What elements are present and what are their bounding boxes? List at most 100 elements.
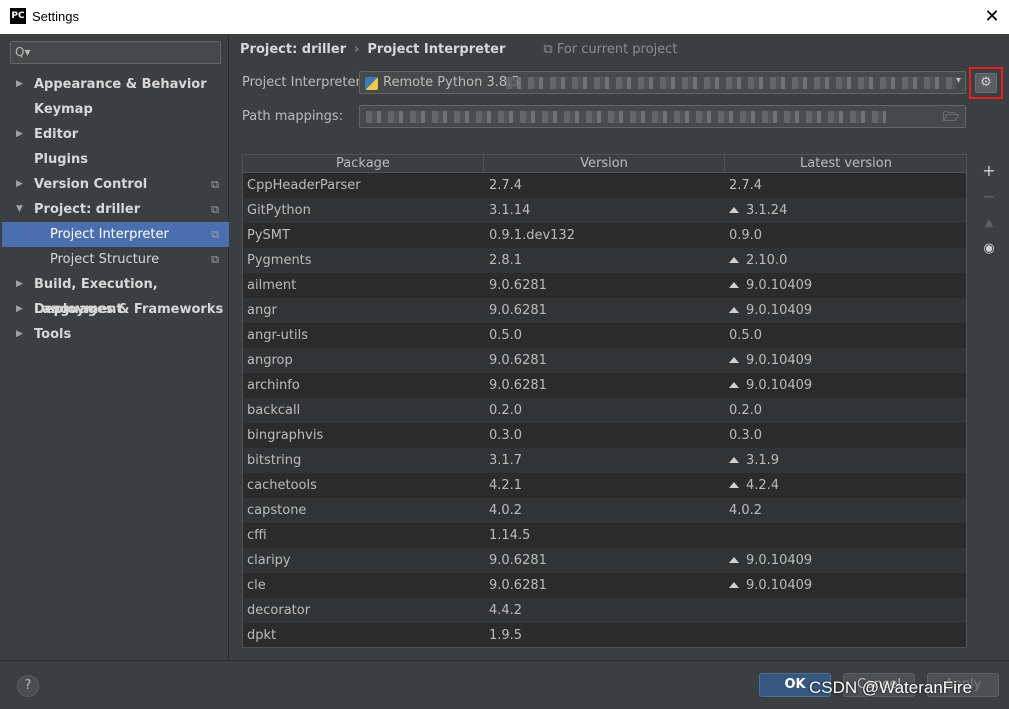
latest-version-cell: 3.1.9 — [729, 448, 779, 473]
package-name-cell: ailment — [247, 278, 297, 293]
sidebar-item[interactable]: ▶ Appearance & Behavior — [2, 72, 229, 97]
chevron-right-icon[interactable]: ▶ — [16, 297, 26, 322]
table-row[interactable]: GitPython 3.1.14 3.1.24 — [243, 198, 966, 223]
latest-version-value: 0.5.0 — [729, 328, 763, 343]
table-row[interactable]: angr 9.0.6281 9.0.10409 — [243, 298, 966, 323]
upgrade-available-icon — [729, 307, 739, 313]
package-version-cell: 0.3.0 — [489, 428, 523, 443]
search-icon: Q▾ — [15, 45, 31, 59]
package-name-cell: bingraphvis — [247, 428, 324, 443]
sidebar-item[interactable]: Project Structure ⧉ — [2, 247, 229, 272]
chevron-down-icon[interactable]: ▼ — [16, 197, 26, 222]
folder-icon[interactable]: 🗁 — [943, 108, 959, 127]
sidebar-item[interactable]: Keymap — [2, 97, 229, 122]
column-header-version[interactable]: Version — [484, 155, 725, 173]
table-row[interactable]: PySMT 0.9.1.dev132 0.9.0 — [243, 223, 966, 248]
table-row[interactable]: CppHeaderParser 2.7.4 2.7.4 — [243, 173, 966, 198]
latest-version-cell: 9.0.10409 — [729, 548, 812, 573]
latest-version-cell: 9.0.10409 — [729, 298, 812, 323]
remove-package-icon[interactable]: − — [977, 184, 1001, 210]
sidebar-item-label: Plugins — [34, 152, 88, 167]
package-version-cell: 9.0.6281 — [489, 303, 547, 318]
package-name-cell: archinfo — [247, 378, 300, 393]
column-header-latest[interactable]: Latest version — [725, 155, 966, 173]
table-row[interactable]: backcall 0.2.0 0.2.0 — [243, 398, 966, 423]
title-bar: PC Settings ✕ — [0, 0, 1009, 34]
upgrade-available-icon — [729, 257, 739, 263]
latest-version-value: 3.1.24 — [746, 203, 788, 218]
sidebar-item[interactable]: Project Interpreter ⧉ — [2, 222, 229, 247]
table-row[interactable]: cffi 1.14.5 — [243, 523, 966, 548]
sidebar-item-label: Editor — [34, 127, 79, 142]
settings-search-input[interactable]: Q▾ — [10, 41, 221, 64]
table-row[interactable]: angrop 9.0.6281 9.0.10409 — [243, 348, 966, 373]
table-row[interactable]: cle 9.0.6281 9.0.10409 — [243, 573, 966, 598]
table-body: CppHeaderParser 2.7.4 2.7.4 GitPython 3.1.14… — [243, 173, 966, 647]
package-name-cell: Pygments — [247, 253, 312, 268]
add-package-icon[interactable]: + — [977, 158, 1001, 184]
package-version-cell: 0.5.0 — [489, 328, 523, 343]
latest-version-value: 9.0.10409 — [746, 303, 813, 318]
watermark: CSDN @WateranFire — [809, 678, 973, 697]
table-row[interactable]: bitstring 3.1.7 3.1.9 — [243, 448, 966, 473]
sidebar-item[interactable]: ▶ Build, Execution, Deployment — [2, 272, 229, 317]
chevron-right-icon[interactable]: ▶ — [16, 272, 26, 297]
show-early-releases-icon[interactable]: ◉ — [977, 236, 1001, 262]
settings-dialog: PC Settings ✕ Q▾ ▶ Appearance & Behavior K… — [0, 0, 1009, 709]
breadcrumb-separator: › — [354, 42, 360, 57]
help-icon[interactable]: ? — [17, 675, 39, 697]
latest-version-cell: 4.2.4 — [729, 473, 779, 498]
chevron-right-icon[interactable]: ▶ — [16, 122, 26, 147]
package-name-cell: CppHeaderParser — [247, 178, 361, 193]
table-row[interactable]: dpkt 1.9.5 — [243, 623, 966, 647]
package-version-cell: 9.0.6281 — [489, 378, 547, 393]
upgrade-available-icon — [729, 582, 739, 588]
sidebar-item[interactable]: ▼ Project: driller ⧉ — [2, 197, 229, 222]
latest-version-cell: 9.0.10409 — [729, 348, 812, 373]
latest-version-cell: 3.1.24 — [729, 198, 787, 223]
interpreter-settings-highlight: ⚙ — [969, 67, 1003, 99]
package-name-cell: dpkt — [247, 628, 277, 643]
latest-version-value: 3.1.9 — [746, 453, 780, 468]
package-version-cell: 2.8.1 — [489, 253, 523, 268]
package-name-cell: angr-utils — [247, 328, 308, 343]
dialog-footer: ? OK Cancel Apply CSDN @WateranFire — [0, 660, 1009, 709]
latest-version-cell: 9.0.10409 — [729, 573, 812, 598]
table-row[interactable]: cachetools 4.2.1 4.2.4 — [243, 473, 966, 498]
chevron-right-icon[interactable]: ▶ — [16, 72, 26, 97]
package-name-cell: backcall — [247, 403, 301, 418]
table-row[interactable]: claripy 9.0.6281 9.0.10409 — [243, 548, 966, 573]
sidebar-item[interactable]: ▶ Tools — [2, 322, 229, 347]
table-row[interactable]: capstone 4.0.2 4.0.2 — [243, 498, 966, 523]
close-icon[interactable]: ✕ — [981, 6, 1003, 28]
package-name-cell: GitPython — [247, 203, 311, 218]
latest-version-value: 9.0.10409 — [746, 378, 813, 393]
upgrade-available-icon — [729, 457, 739, 463]
chevron-right-icon[interactable]: ▶ — [16, 322, 26, 347]
latest-version-value: 0.3.0 — [729, 428, 763, 443]
sidebar-item[interactable]: ▶ Version Control ⧉ — [2, 172, 229, 197]
package-name-cell: cle — [247, 578, 266, 593]
chevron-right-icon[interactable]: ▶ — [16, 172, 26, 197]
upgrade-package-icon[interactable]: ▲ — [977, 210, 1001, 236]
settings-tree: ▶ Appearance & Behavior Keymap ▶ Editor Plugi… — [2, 72, 229, 347]
table-row[interactable]: ailment 9.0.6281 9.0.10409 — [243, 273, 966, 298]
package-version-cell: 0.2.0 — [489, 403, 523, 418]
gear-icon[interactable]: ⚙ — [975, 73, 997, 93]
table-row[interactable]: decorator 4.4.2 — [243, 598, 966, 623]
interpreter-select[interactable]: Remote Python 3.8.5 ▾ — [359, 71, 966, 94]
table-row[interactable]: archinfo 9.0.6281 9.0.10409 — [243, 373, 966, 398]
table-row[interactable]: bingraphvis 0.3.0 0.3.0 — [243, 423, 966, 448]
latest-version-cell: 4.0.2 — [729, 498, 762, 523]
sidebar-item[interactable]: ▶ Languages & Frameworks — [2, 297, 229, 322]
latest-version-cell: 9.0.10409 — [729, 373, 812, 398]
latest-version-value: 4.0.2 — [729, 503, 763, 518]
column-header-package[interactable]: Package — [243, 155, 484, 173]
table-row[interactable]: Pygments 2.8.1 2.10.0 — [243, 248, 966, 273]
table-row[interactable]: angr-utils 0.5.0 0.5.0 — [243, 323, 966, 348]
sidebar-item[interactable]: ▶ Editor — [2, 122, 229, 147]
upgrade-available-icon — [729, 382, 739, 388]
latest-version-cell: 0.9.0 — [729, 223, 762, 248]
path-mappings-field[interactable]: 🗁 — [359, 105, 966, 128]
sidebar-item[interactable]: Plugins — [2, 147, 229, 172]
